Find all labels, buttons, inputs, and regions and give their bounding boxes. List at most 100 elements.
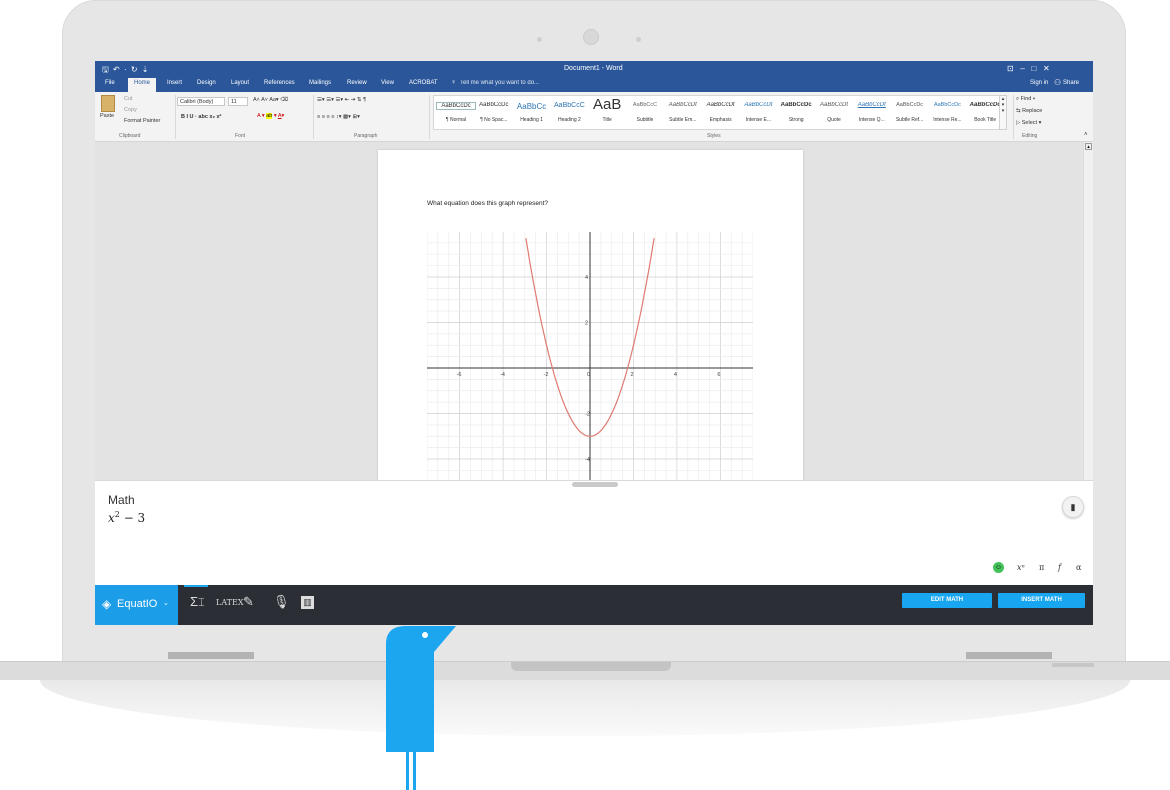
tab-view[interactable]: View: [381, 80, 394, 86]
font-format-buttons[interactable]: B I U · abc x₂ x²: [181, 114, 221, 120]
resize-grip[interactable]: [572, 482, 618, 487]
edit-math-button[interactable]: EDIT MATH: [902, 593, 992, 608]
style-preview: AaBbCcDt: [819, 102, 848, 108]
style-preview: AaBbCcC: [632, 102, 658, 108]
tab-design[interactable]: Design: [197, 80, 216, 86]
tab-acrobat[interactable]: ACROBAT: [409, 80, 438, 86]
latex-editor-button[interactable]: LATEX: [216, 598, 244, 607]
font-size-select[interactable]: 11: [228, 97, 248, 106]
style-name: Quote: [827, 117, 841, 123]
function-symbol-button[interactable]: f: [1058, 563, 1061, 572]
style-name: Heading 2: [557, 117, 581, 123]
style-name: Subtle Em...: [669, 117, 697, 123]
alpha-symbol-button[interactable]: α: [1076, 563, 1081, 572]
document-area: What equation does this graph represent?…: [95, 142, 1093, 490]
style-name: Intense Re...: [933, 117, 962, 123]
share-button[interactable]: Share: [1063, 80, 1079, 86]
style-item[interactable]: AaBbCcDc ¶ No Spac...: [474, 98, 514, 128]
microphone-icon[interactable]: 🎙: [273, 594, 290, 610]
sign-in-link[interactable]: Sign in: [1030, 80, 1048, 86]
tab-review[interactable]: Review: [347, 80, 367, 86]
x-tick-label: 6: [717, 372, 720, 378]
font-name-select[interactable]: Calibri (Body): [177, 97, 225, 106]
power-symbol-button[interactable]: xⁿ: [1017, 563, 1025, 572]
y-tick-label: 2: [585, 320, 588, 326]
style-item[interactable]: AaBbCcDt Emphasis: [701, 98, 741, 128]
base-shadow: [40, 680, 1130, 736]
styles-gallery: AaBbCcDc ¶ Normal AaBbCcDc ¶ No Spac... AaBb…: [433, 95, 1003, 130]
style-item[interactable]: AaB Title: [587, 96, 627, 128]
style-item[interactable]: AaBbCcDt Quote: [814, 98, 854, 128]
document-page[interactable]: What equation does this graph represent?…: [378, 150, 803, 490]
cut-button[interactable]: Cut: [124, 96, 133, 102]
vertical-scrollbar[interactable]: ▴: [1083, 142, 1093, 480]
pi-symbol-button[interactable]: π: [1039, 563, 1044, 572]
style-preview: AaBbCc: [516, 102, 547, 111]
chevron-down-icon: ⌄: [163, 600, 169, 607]
font-color-buttons[interactable]: A ▾ ab ▾ A▾: [257, 113, 284, 119]
y-tick-label: -2: [585, 412, 590, 418]
tab-insert[interactable]: Insert: [167, 80, 182, 86]
handwriting-icon[interactable]: ✎: [243, 594, 254, 610]
insert-math-button[interactable]: INSERT MATH: [998, 593, 1085, 608]
expression-base: x: [108, 511, 115, 525]
format-painter-button[interactable]: Format Painter: [124, 118, 160, 124]
expression-rest: − 3: [119, 511, 146, 525]
graph-icon[interactable]: ▥: [301, 596, 314, 609]
style-item[interactable]: AaBbCc Heading 1: [512, 98, 552, 128]
x-tick-label: 0: [587, 372, 590, 378]
style-name: Emphasis: [709, 117, 732, 123]
style-item[interactable]: AaBbCcDc ¶ Normal: [436, 98, 476, 128]
tab-layout[interactable]: Layout: [231, 80, 249, 86]
prediction-face-icon[interactable]: ☺: [993, 562, 1004, 573]
copy-button[interactable]: Copy: [124, 107, 137, 113]
find-button[interactable]: ⌕ Find ▾: [1016, 96, 1035, 103]
math-editor-icon[interactable]: Σ⌶: [190, 594, 205, 610]
style-item[interactable]: AaBbCcDc Subtle Ref...: [890, 98, 930, 128]
style-preview: AaBbCcDc: [436, 102, 476, 110]
collapse-ribbon-icon[interactable]: ˄: [1084, 132, 1088, 138]
style-item[interactable]: AaBbCcDc Strong: [776, 98, 816, 128]
divider: [313, 95, 314, 139]
laptop-illustration: 🖫 ↶ · ↻ ⇣ Document1 - Word ⊡ – □ ✕ File …: [0, 0, 1170, 790]
style-item[interactable]: AaBbCcC Subtitle: [625, 98, 665, 128]
equatio-logo-button[interactable]: ◈ EquatIO ⌄: [95, 585, 178, 625]
math-expression[interactable]: x2 − 3: [108, 510, 145, 525]
window-controls[interactable]: ⊡ – □ ✕: [1007, 64, 1050, 73]
quick-access-toolbar[interactable]: 🖫 ↶ · ↻ ⇣: [102, 64, 149, 78]
select-button[interactable]: ▷ Select ▾: [1016, 120, 1041, 126]
style-item[interactable]: AaBbCcDt Intense E...: [738, 98, 778, 128]
tab-mailings[interactable]: Mailings: [309, 80, 331, 86]
x-tick-label: -2: [544, 372, 549, 378]
alignment-buttons[interactable]: ≡ ≡ ≡ ≡ ↕▾ ▩▾ ⊞▾: [317, 114, 360, 120]
tab-references[interactable]: References: [264, 80, 295, 86]
tab-home[interactable]: Home: [128, 78, 157, 92]
list-buttons[interactable]: ☰▾ ☰▾ ☰▾ ⇤ ⇥ ⇅ ¶: [317, 97, 366, 103]
style-name: Intense E...: [745, 117, 772, 123]
style-item[interactable]: AaBbCcC Heading 2: [549, 98, 589, 128]
tell-me-box[interactable]: Tell me what you want to do...: [460, 80, 539, 86]
replace-button[interactable]: ⇆ Replace: [1016, 108, 1042, 114]
style-item[interactable]: AaBbCcDc Intense Re...: [927, 98, 967, 128]
replace-label: Replace: [1022, 108, 1043, 114]
style-item[interactable]: AaBbCcDt Subtle Em...: [663, 98, 703, 128]
divider: [1013, 95, 1014, 139]
paste-button[interactable]: Paste: [100, 113, 114, 119]
style-preview: AaBbCcDc: [479, 102, 509, 108]
style-name: Title: [602, 117, 612, 123]
tab-file[interactable]: File: [105, 80, 115, 86]
y-tick-label: -4: [585, 457, 590, 463]
equatio-math-panel: Math x2 − 3 ▮ ☺ xⁿ π f α: [95, 480, 1093, 584]
style-item[interactable]: AaBbCcDt Intense Q...: [852, 98, 892, 128]
paste-icon[interactable]: [101, 95, 115, 112]
scroll-up-arrow[interactable]: ▴: [1085, 143, 1092, 150]
style-preview: AaBbCcC: [554, 102, 585, 109]
styles-group-label: Styles: [707, 133, 721, 139]
ribbon-tabs: File Home Insert Design Layout Reference…: [95, 77, 1093, 92]
editing-group-label: Editing: [1022, 133, 1038, 139]
base-foot-right: [966, 652, 1052, 659]
font-grow-shrink[interactable]: A˄ A˅ Aa▾ ⌫: [253, 97, 288, 103]
styles-scroll[interactable]: ▴ ▾ ▾: [999, 95, 1007, 130]
delete-icon[interactable]: ▮: [1062, 496, 1084, 518]
style-preview: AaBbCcDt: [706, 102, 735, 108]
